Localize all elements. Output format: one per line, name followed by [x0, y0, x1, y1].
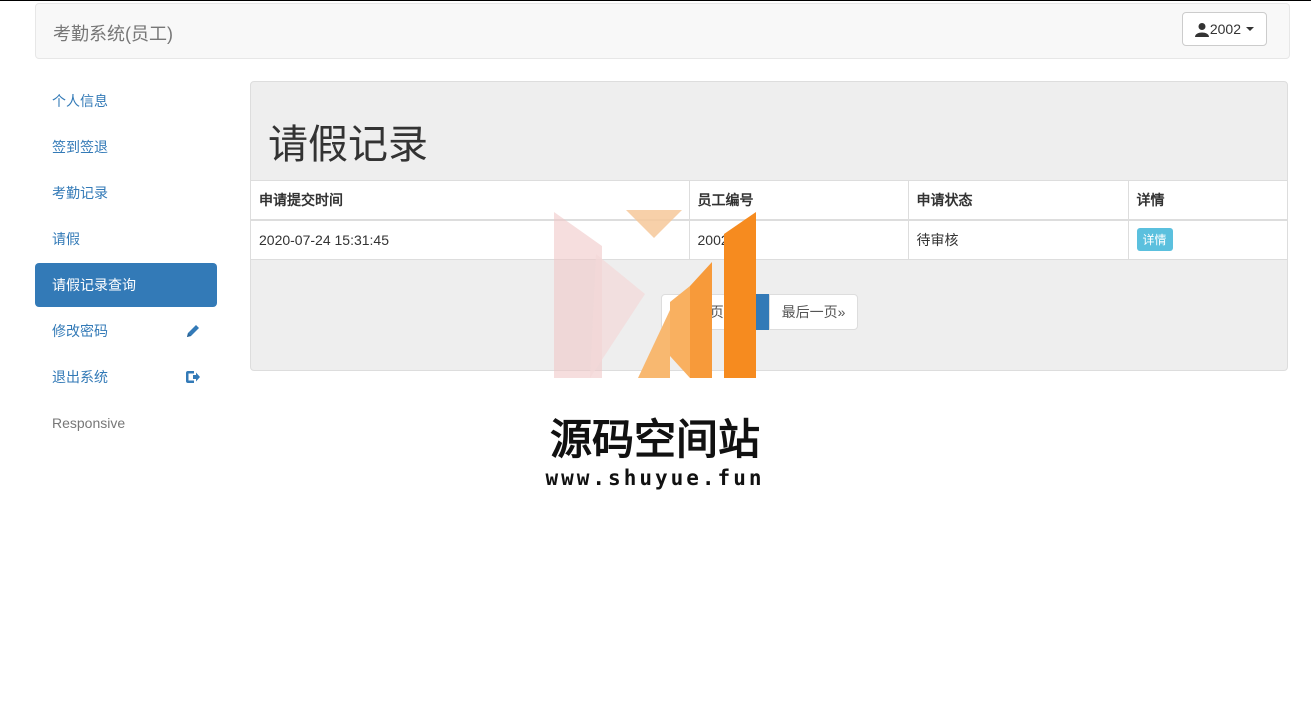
caret-down-icon [1246, 27, 1254, 31]
sidebar-item-label: 请假记录查询 [52, 277, 136, 293]
sidebar-item-checkin[interactable]: 签到签退 [35, 125, 217, 169]
sidebar-item-logout[interactable]: 退出系统 [35, 355, 217, 399]
page-title: 请假记录 [268, 123, 428, 167]
user-dropdown-button[interactable]: 2002 [1181, 12, 1267, 46]
sidebar-item-profile[interactable]: 个人信息 [35, 79, 217, 123]
sidebar-item-label: 修改密码 [52, 323, 108, 339]
detail-cell: 详情 [1127, 219, 1287, 260]
column-header: 详情 [1127, 180, 1287, 221]
detail-button[interactable]: 详情 [1136, 228, 1173, 252]
logout-icon [186, 371, 200, 383]
pencil-icon [187, 325, 199, 337]
sidebar-item-leave[interactable]: 请假 [35, 217, 217, 261]
watermark-logo-icon [554, 210, 756, 378]
sidebar-item-label: 个人信息 [52, 93, 108, 109]
column-header: 申请状态 [907, 180, 1128, 221]
top-navbar: 考勤系统(员工) 2002 [35, 3, 1290, 59]
sidebar-item-attendance-records[interactable]: 考勤记录 [35, 171, 217, 215]
sidebar: 个人信息 签到签退 考勤记录 请假 请假记录查询 修改密码 退出系统 Respo… [35, 79, 217, 447]
sidebar-item-label: Responsive [52, 415, 126, 431]
sidebar-item-label: 退出系统 [52, 369, 108, 385]
sidebar-item-change-password[interactable]: 修改密码 [35, 309, 217, 353]
user-icon [1194, 22, 1209, 37]
sidebar-item-label: 考勤记录 [52, 185, 108, 201]
sidebar-item-label: 签到签退 [52, 139, 108, 155]
watermark-title: 源码空间站 [549, 415, 760, 464]
watermark: 源码空间站 www.shuyue.fun [520, 206, 790, 506]
sidebar-item-label: 请假 [52, 231, 80, 247]
sidebar-item-responsive[interactable]: Responsive [35, 401, 217, 445]
brand-title[interactable]: 考勤系统(员工) [53, 20, 173, 46]
user-label: 2002 [1209, 21, 1241, 37]
watermark-url: www.shuyue.fun [545, 466, 765, 490]
sidebar-item-leave-records[interactable]: 请假记录查询 [35, 263, 217, 307]
status-cell: 待审核 [907, 219, 1128, 260]
